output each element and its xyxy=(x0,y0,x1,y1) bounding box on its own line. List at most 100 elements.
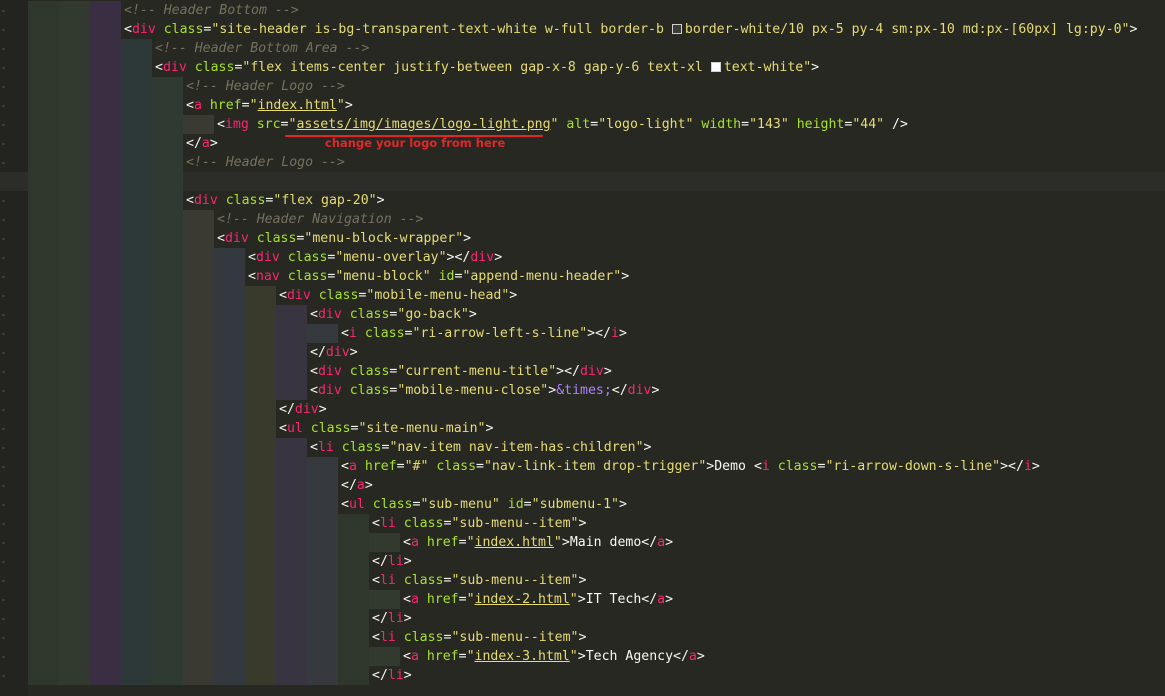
code-line[interactable]: <li class="sub-menu--item"> xyxy=(0,571,1165,590)
code-line[interactable]: <div class="menu-overlay"></div> xyxy=(0,248,1165,267)
code-token: li xyxy=(387,611,404,626)
code-token: > xyxy=(603,364,612,379)
code-line[interactable]: <a href="#" class="nav-link-item drop-tr… xyxy=(0,457,1165,476)
indent-guide xyxy=(152,666,183,685)
indent-guide xyxy=(183,438,214,457)
indent-guide xyxy=(28,438,59,457)
indent-guide xyxy=(90,286,121,305)
code-line[interactable]: <!-- Header Bottom --> xyxy=(0,1,1165,20)
code-token: "143" xyxy=(749,117,789,132)
code-token: nav xyxy=(255,269,280,284)
indent-guide xyxy=(183,628,214,647)
code-line[interactable]: <div class="current-menu-title"></div> xyxy=(0,362,1165,381)
code-line[interactable]: <a href="index.html">Main demo</a> xyxy=(0,533,1165,552)
code-line[interactable]: <i class="ri-arrow-left-s-line"></i> xyxy=(0,324,1165,343)
code-token: = xyxy=(741,117,750,132)
indent-guide xyxy=(28,20,59,39)
code-line[interactable]: </li> xyxy=(0,552,1165,571)
logo-annotation: change your logo from here xyxy=(285,135,543,155)
code-line[interactable]: <a href="index-3.html">Tech Agency</a> xyxy=(0,647,1165,666)
code-token: = xyxy=(458,649,467,664)
code-token: < xyxy=(403,592,411,607)
code-token: img xyxy=(224,117,249,132)
code-token: class xyxy=(155,22,204,37)
code-token: "sub-menu--item" xyxy=(451,516,579,531)
code-editor[interactable]: <!-- Header Bottom --> <div class="site-h… xyxy=(0,0,1165,696)
code-token: index.html xyxy=(257,98,337,113)
code-token: < xyxy=(403,649,411,664)
indent-guide xyxy=(214,571,245,590)
code-token: class xyxy=(395,573,444,588)
code-line[interactable]: <div class="go-back"> xyxy=(0,305,1165,324)
code-line[interactable] xyxy=(0,172,1165,191)
indent-guide xyxy=(245,438,276,457)
code-line[interactable]: <a href="index-2.html">IT Tech</a> xyxy=(0,590,1165,609)
code-line[interactable]: </a> xyxy=(0,476,1165,495)
indent-guide xyxy=(90,457,121,476)
indent-guide xyxy=(183,229,214,248)
code-line[interactable]: </li> xyxy=(0,609,1165,628)
code-line[interactable]: </li> xyxy=(0,666,1165,685)
code-line[interactable]: <div class="flex items-center justify-be… xyxy=(0,58,1165,77)
indent-guide xyxy=(152,191,183,210)
code-line[interactable]: <div class="site-header is-bg-transparen… xyxy=(0,20,1165,39)
code-line[interactable]: <!-- Header Logo --> xyxy=(0,77,1165,96)
code-token: < xyxy=(124,22,132,37)
code-token: "site-menu-main" xyxy=(358,421,486,436)
code-token: </ xyxy=(641,535,658,550)
code-line[interactable]: <div class="mobile-menu-close">&times;</… xyxy=(0,381,1165,400)
code-token: > xyxy=(578,516,587,531)
code-token: a xyxy=(410,592,419,607)
indent-guide xyxy=(59,96,90,115)
code-token: < xyxy=(279,288,287,303)
code-token: " xyxy=(249,98,258,113)
code-token: > xyxy=(209,136,218,151)
code-token: < xyxy=(341,497,349,512)
code-token: > xyxy=(651,383,660,398)
indent-guide xyxy=(276,343,307,362)
indent-guide xyxy=(214,666,245,685)
code-line[interactable]: <ul class="sub-menu" id="submenu-1"> xyxy=(0,495,1165,514)
code-line[interactable]: </div> xyxy=(0,400,1165,419)
indent-guide xyxy=(121,476,152,495)
code-token: index-2.html xyxy=(474,592,570,607)
code-line[interactable]: <a href="index.html"> xyxy=(0,96,1165,115)
code-token: "sub-menu--item" xyxy=(451,573,579,588)
code-line[interactable]: <!-- Header Bottom Area --> xyxy=(0,39,1165,58)
code-line[interactable]: <div class="menu-block-wrapper"> xyxy=(0,229,1165,248)
code-line[interactable]: </a> xyxy=(0,134,1165,153)
code-text: </li> xyxy=(372,552,412,571)
code-line[interactable]: <li class="nav-item nav-item-has-childre… xyxy=(0,438,1165,457)
code-token: class xyxy=(395,516,444,531)
code-token: </ xyxy=(641,592,658,607)
code-text: <ul class="site-menu-main"> xyxy=(279,419,493,438)
code-line[interactable]: <div class="flex gap-20"> xyxy=(0,191,1165,210)
code-line[interactable]: <li class="sub-menu--item"> xyxy=(0,514,1165,533)
code-token: > xyxy=(344,98,353,113)
code-token: div xyxy=(317,364,342,379)
code-token: href xyxy=(356,459,397,474)
code-line[interactable]: <li class="sub-menu--item"> xyxy=(0,628,1165,647)
code-line[interactable]: <div class="mobile-menu-head"> xyxy=(0,286,1165,305)
code-token: li xyxy=(317,440,334,455)
code-token: < xyxy=(310,307,318,322)
code-text: <nav class="menu-block" id="append-menu-… xyxy=(248,267,629,286)
code-token: a xyxy=(193,98,202,113)
code-token: "submenu-1" xyxy=(531,497,619,512)
code-token: = xyxy=(590,117,599,132)
code-line[interactable]: <ul class="site-menu-main"> xyxy=(0,419,1165,438)
indent-guide xyxy=(90,305,121,324)
indent-guide xyxy=(90,20,121,39)
code-line[interactable]: <!-- Header Navigation --> xyxy=(0,210,1165,229)
indent-guide xyxy=(121,286,152,305)
indent-guide xyxy=(121,58,152,77)
code-line[interactable]: <!-- Header Logo --> xyxy=(0,153,1165,172)
indent-guide xyxy=(152,153,183,172)
code-line[interactable]: <img src="assets/img/images/logo-light.p… xyxy=(0,115,1165,134)
indent-guide xyxy=(338,647,369,666)
code-line[interactable]: <nav class="menu-block" id="append-menu-… xyxy=(0,267,1165,286)
code-line[interactable]: </div> xyxy=(0,343,1165,362)
code-token: &times; xyxy=(556,383,612,398)
code-token: div xyxy=(317,307,342,322)
code-text: <a href="index.html">Main demo</a> xyxy=(403,533,673,552)
